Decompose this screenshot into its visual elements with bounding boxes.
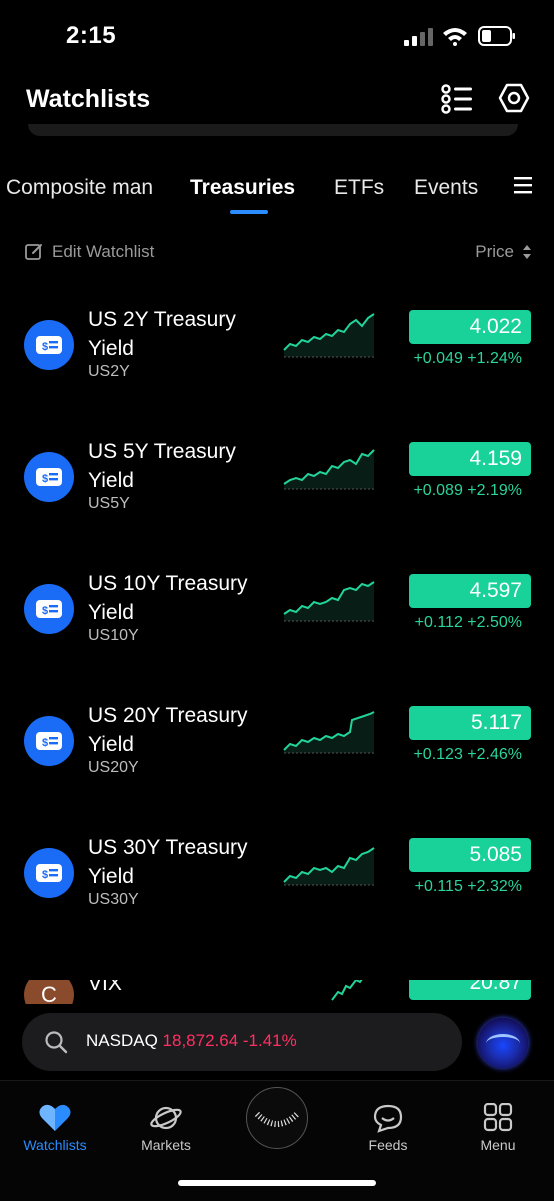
home-indicator <box>178 1180 376 1186</box>
instrument-name: VIX <box>88 980 122 995</box>
banner-edge <box>28 124 518 136</box>
header: Watchlists <box>0 80 554 120</box>
nav-feeds[interactable]: Feeds <box>343 1103 433 1153</box>
treasury-icon: $ <box>24 452 74 502</box>
status-time: 2:15 <box>66 22 117 49</box>
instrument-name: US 30Y Treasury Yield <box>88 836 248 888</box>
grid-icon <box>483 1103 513 1132</box>
list-icon[interactable] <box>440 84 474 114</box>
watchlist-row-vix[interactable]: C VIX 20.87 <box>0 980 554 1004</box>
index-name: NASDAQ <box>86 1031 158 1050</box>
price-change: +0.115 +2.32% <box>414 878 522 895</box>
tab-treasuries[interactable]: Treasuries <box>190 176 295 200</box>
cellular-signal-icon <box>404 28 433 46</box>
nav-label: Watchlists <box>23 1137 87 1153</box>
price-badge: 4.022 <box>409 310 531 344</box>
instrument-symbol: US20Y <box>88 759 139 776</box>
battery-icon <box>478 26 515 46</box>
price-sort-label: Price <box>475 242 514 261</box>
instrument-symbol: US10Y <box>88 627 139 644</box>
treasury-icon: $ <box>24 584 74 634</box>
instrument-symbol: US30Y <box>88 891 139 908</box>
price-badge: 4.159 <box>409 442 531 476</box>
treasury-icon: $ <box>24 716 74 766</box>
watchlist-row-us30y[interactable]: $ US 30Y Treasury Yield US30Y 5.085 +0.1… <box>0 836 554 958</box>
status-bar: 2:15 <box>0 0 554 70</box>
instrument-name: US 5Y Treasury Yield <box>88 440 236 492</box>
market-ticker-bar[interactable]: NASDAQ 18,872.64 -1.41% <box>22 1013 462 1071</box>
sparkline <box>283 449 376 490</box>
nav-label: Markets <box>141 1137 191 1153</box>
sort-icon <box>523 245 531 259</box>
tab-composite-man[interactable]: Composite man <box>6 176 153 200</box>
price-change: +0.049 +1.24% <box>413 350 522 367</box>
sparkline <box>283 313 376 358</box>
treasury-icon: $ <box>24 848 74 898</box>
edit-watchlist-label: Edit Watchlist <box>52 242 155 261</box>
chat-icon <box>373 1104 403 1133</box>
center-action-button[interactable] <box>246 1087 308 1149</box>
heart-icon <box>39 1104 71 1131</box>
avatar: C <box>24 980 74 1004</box>
svg-text:$: $ <box>42 605 48 617</box>
price-sort-button[interactable]: Price <box>475 238 532 266</box>
nav-markets[interactable]: Markets <box>121 1103 211 1153</box>
price-badge: 5.117 <box>409 706 531 740</box>
price-change: +0.089 +2.19% <box>413 482 522 499</box>
treasury-icon: $ <box>24 320 74 370</box>
index-value: 18,872.64 -1.41% <box>162 1031 297 1050</box>
watchlist-row-us2y[interactable]: $ US 2Y Treasury Yield US2Y 4.022 +0.049… <box>0 308 554 430</box>
settings-icon[interactable] <box>498 82 530 114</box>
nav-watchlists[interactable]: Watchlists <box>10 1103 100 1153</box>
sparkline <box>283 711 376 754</box>
edit-watchlist-button[interactable]: Edit Watchlist <box>24 238 154 266</box>
instrument-symbol: US5Y <box>88 495 130 512</box>
active-tab-indicator <box>230 210 268 214</box>
search-icon <box>45 1031 68 1054</box>
tab-events[interactable]: Events <box>414 176 478 200</box>
watchlist-row-us20y[interactable]: $ US 20Y Treasury Yield US20Y 5.117 +0.1… <box>0 704 554 826</box>
svg-text:$: $ <box>42 341 48 353</box>
instrument-name: US 2Y Treasury Yield <box>88 308 236 360</box>
svg-text:$: $ <box>42 869 48 881</box>
nav-menu[interactable]: Menu <box>453 1103 543 1153</box>
page-title: Watchlists <box>26 85 151 113</box>
instrument-symbol: US2Y <box>88 363 130 380</box>
svg-text:$: $ <box>42 473 48 485</box>
price-change: +0.123 +2.46% <box>413 746 522 763</box>
smile-icon <box>254 1111 300 1127</box>
price-badge: 5.085 <box>409 838 531 872</box>
svg-text:$: $ <box>42 737 48 749</box>
tab-etfs[interactable]: ETFs <box>334 176 384 200</box>
watchlist-row-us5y[interactable]: $ US 5Y Treasury Yield US5Y 4.159 +0.089… <box>0 440 554 562</box>
watchlist-toolbar: Edit Watchlist Price <box>0 238 554 266</box>
tab-menu-icon[interactable] <box>512 174 534 196</box>
edit-icon <box>25 244 42 260</box>
price-badge: 4.597 <box>409 574 531 608</box>
instrument-name: US 20Y Treasury Yield <box>88 704 248 756</box>
instrument-name: US 10Y Treasury Yield <box>88 572 248 624</box>
planet-icon <box>150 1106 182 1130</box>
sparkline <box>331 980 363 1001</box>
watchlist-row-us10y[interactable]: $ US 10Y Treasury Yield US10Y 4.597 +0.1… <box>0 572 554 694</box>
assistant-orb-button[interactable] <box>478 1018 528 1068</box>
nav-label: Menu <box>480 1137 516 1153</box>
orb-ring-icon <box>486 1034 520 1053</box>
sparkline <box>283 581 376 622</box>
sparkline <box>283 847 376 886</box>
watchlist-tabs: Composite man Treasuries ETFs Events <box>0 170 554 218</box>
nav-label: Feeds <box>368 1137 408 1153</box>
wifi-icon <box>443 28 467 46</box>
price-change: +0.112 +2.50% <box>414 614 522 631</box>
price-badge: 20.87 <box>409 980 531 1000</box>
